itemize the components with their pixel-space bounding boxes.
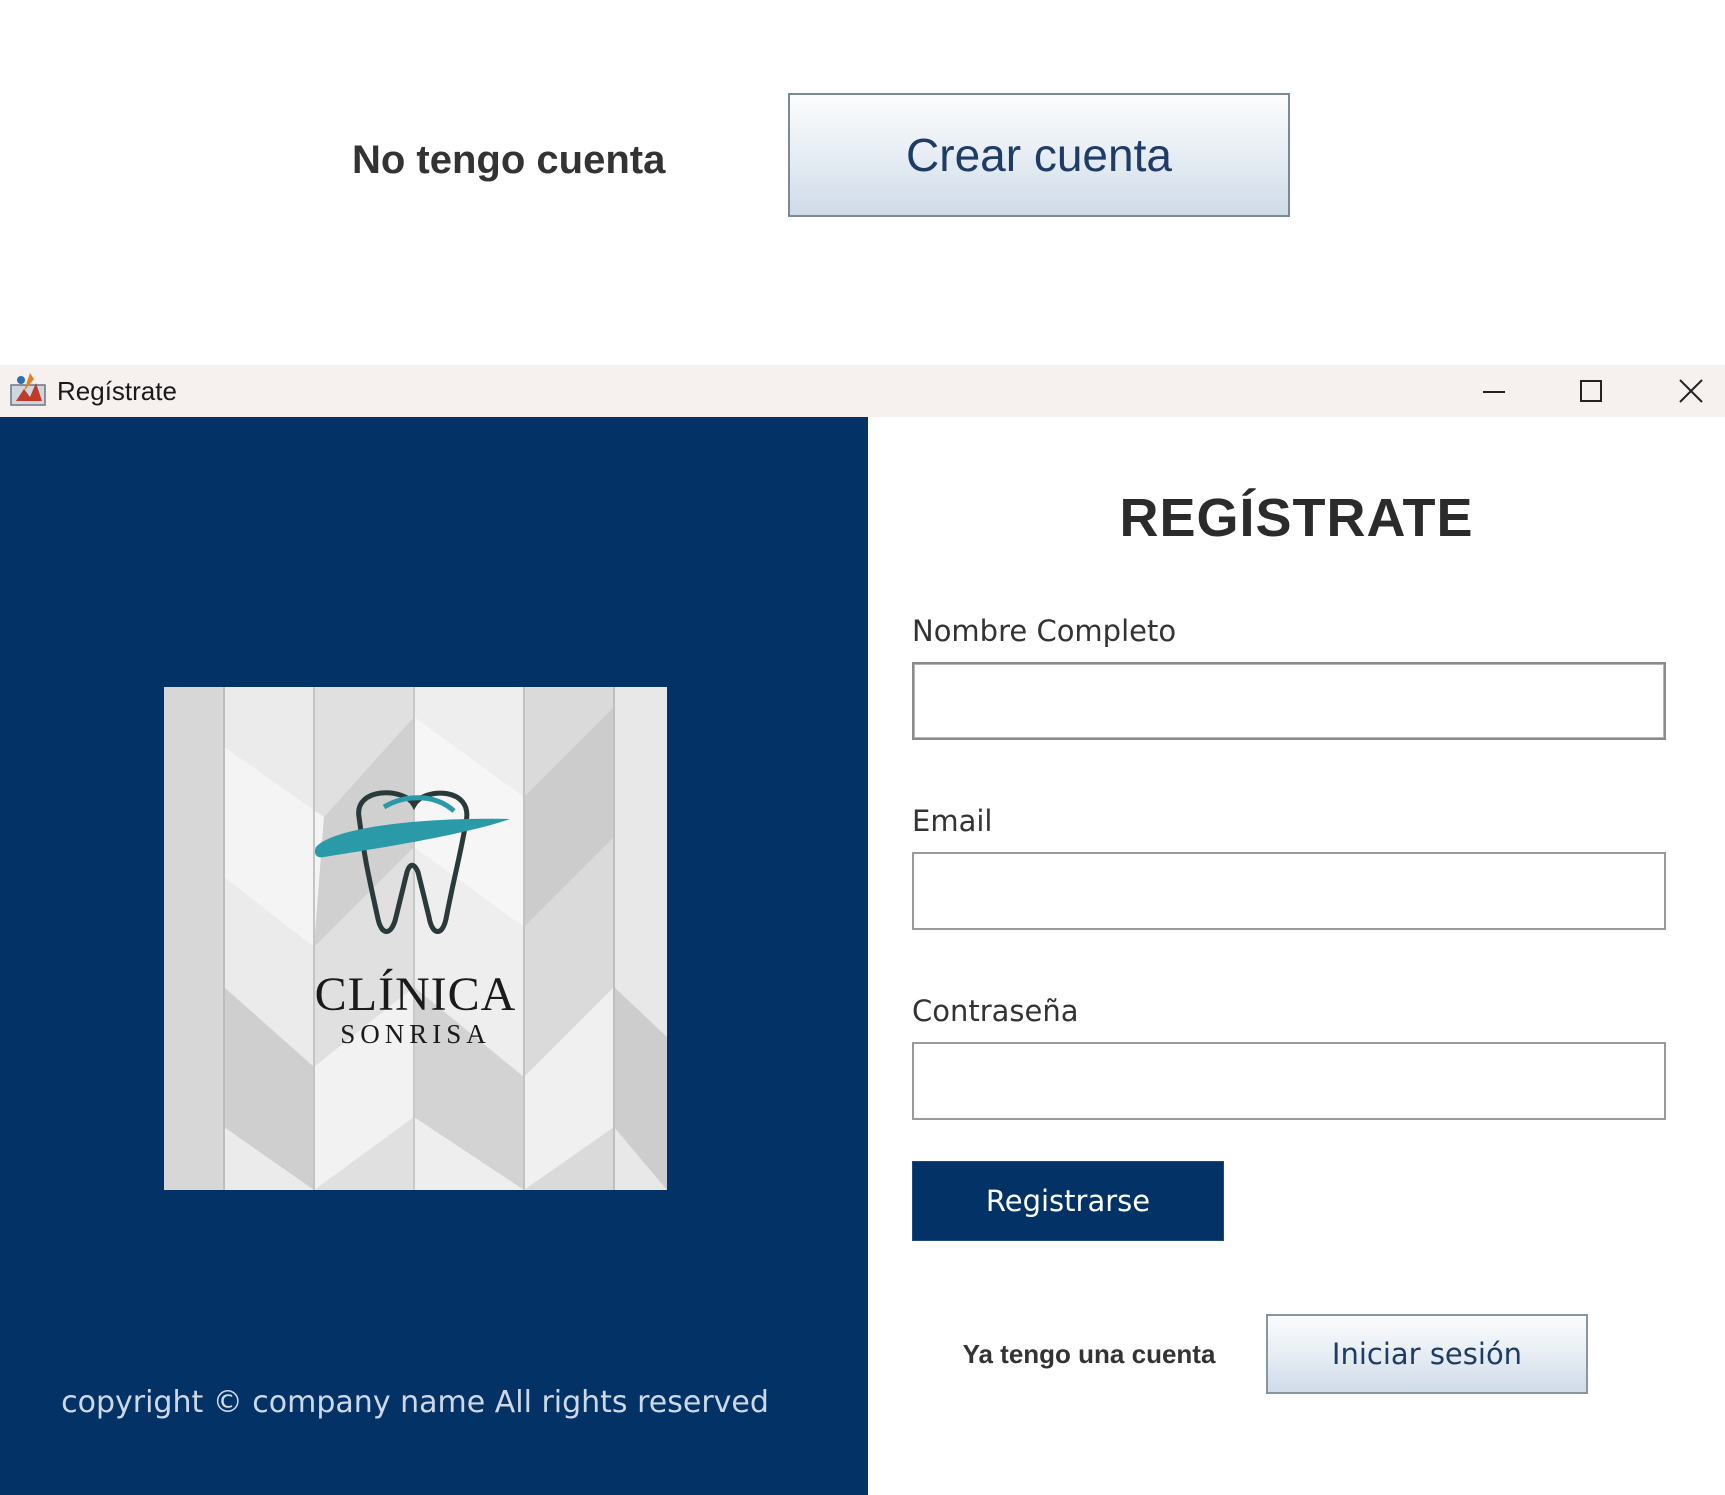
app-icon (10, 373, 46, 406)
top-snippet: No tengo cuenta Crear cuenta (0, 0, 1725, 365)
tooth-icon (314, 790, 510, 934)
clinic-logo: CLÍNICA SONRISA (164, 687, 667, 1190)
email-input[interactable] (912, 852, 1666, 930)
email-label: Email (912, 804, 993, 838)
brand-name: CLÍNICA (314, 968, 517, 1021)
create-account-button[interactable]: Crear cuenta (788, 93, 1290, 217)
title-bar: Regístrate (0, 365, 1725, 417)
login-button[interactable]: Iniciar sesión (1266, 1314, 1588, 1394)
form-title: REGÍSTRATE (1119, 488, 1474, 548)
password-label: Contraseña (912, 994, 1079, 1028)
full-name-label: Nombre Completo (912, 614, 1177, 648)
maximize-icon (1580, 380, 1602, 402)
minimize-button[interactable] (1446, 365, 1542, 417)
no-account-label: No tengo cuenta (352, 138, 666, 182)
password-input[interactable] (912, 1042, 1666, 1120)
register-form: REGÍSTRATE Nombre Completo Email Contras… (868, 417, 1725, 1495)
minimize-icon (1483, 391, 1505, 393)
brand-panel: CLÍNICA SONRISA copyright © company name… (0, 417, 868, 1495)
close-button[interactable] (1643, 365, 1725, 417)
close-icon (1679, 379, 1703, 403)
maximize-button[interactable] (1543, 365, 1639, 417)
window-title: Regístrate (57, 376, 177, 406)
register-window: Regístrate CLÍNICA SONRISA copyright © c… (0, 365, 1725, 1495)
logo-background (164, 687, 667, 1190)
full-name-input[interactable] (912, 662, 1666, 740)
have-account-label: Ya tengo una cuenta (962, 1339, 1216, 1369)
brand-subtitle: SONRISA (340, 1019, 491, 1049)
copyright-text: copyright © company name All rights rese… (61, 1385, 769, 1420)
register-button[interactable]: Registrarse (912, 1161, 1224, 1241)
